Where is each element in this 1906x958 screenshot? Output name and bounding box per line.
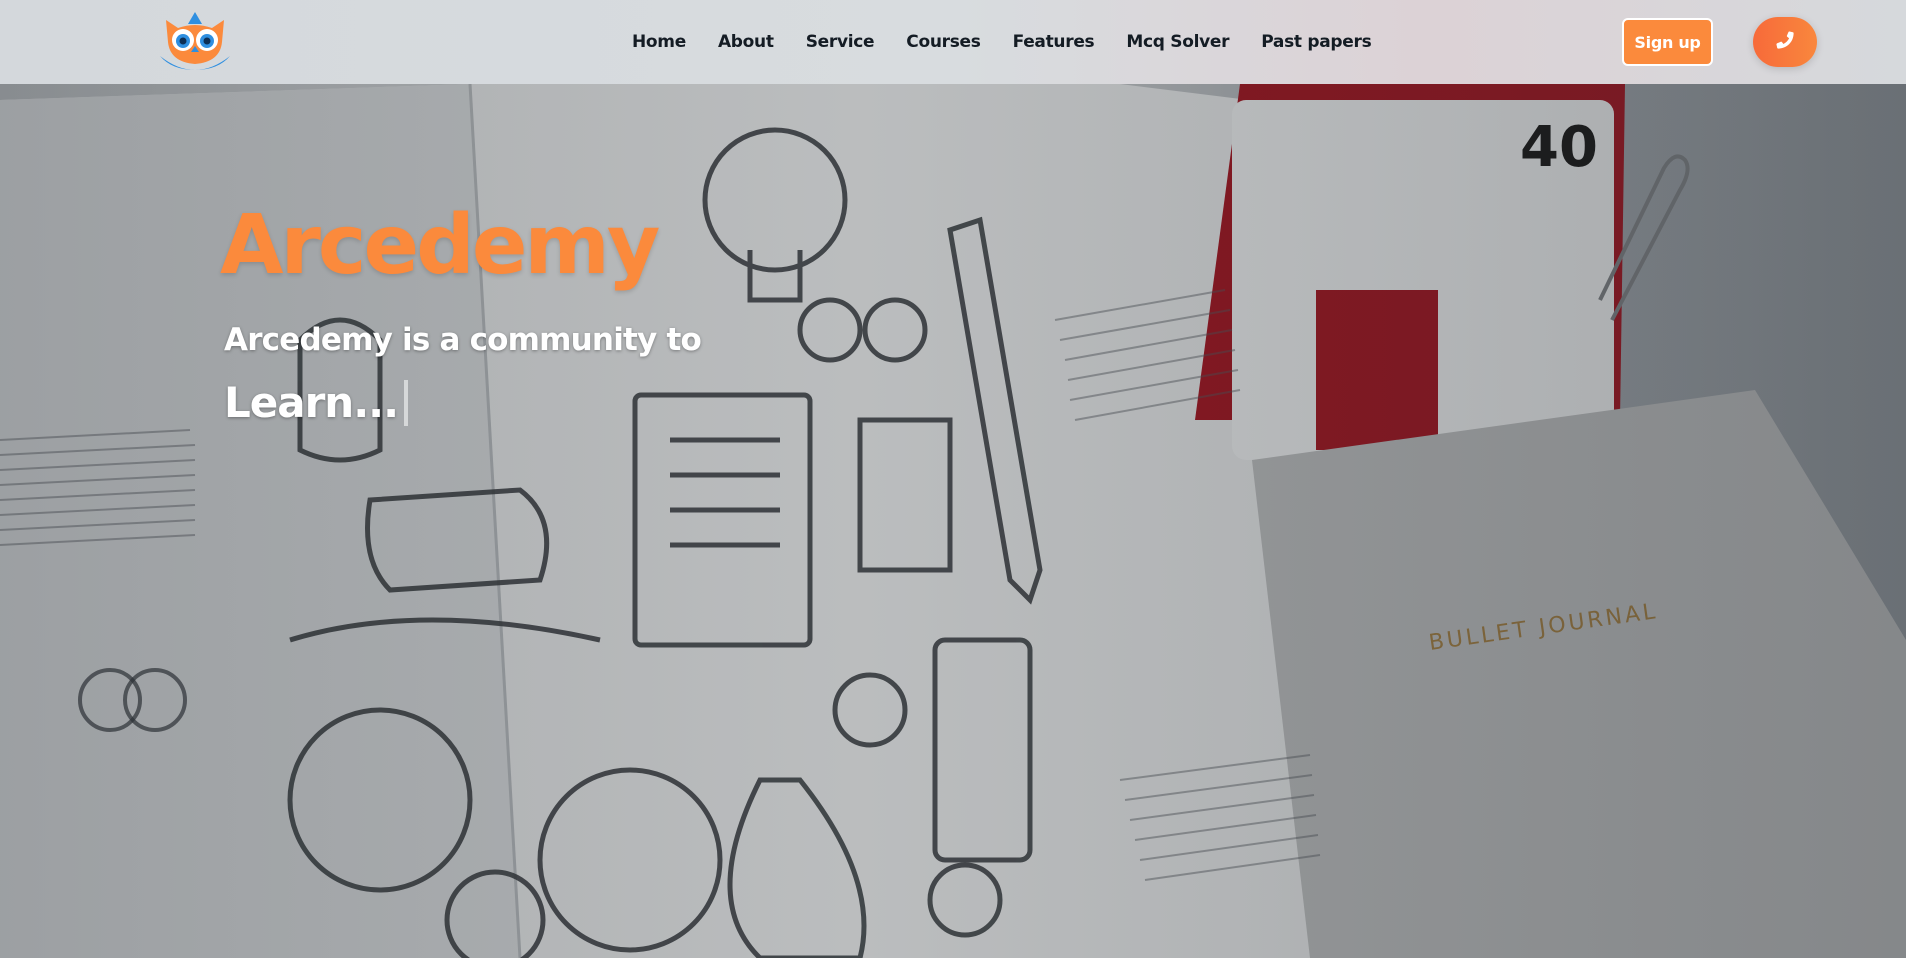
- nav-item-home[interactable]: Home: [616, 32, 702, 52]
- phone-button[interactable]: [1753, 17, 1817, 67]
- hero-typed-line: Learn...: [224, 378, 409, 427]
- nav-item-service[interactable]: Service: [790, 32, 891, 52]
- nav-item-courses[interactable]: Courses: [890, 32, 996, 52]
- hero-subtitle: Arcedemy is a community to: [224, 322, 702, 358]
- main-nav-menu: Home About Service Courses Features Mcq …: [616, 0, 1387, 84]
- hero-title: Arcedemy: [220, 198, 660, 293]
- phone-icon: [1774, 29, 1796, 55]
- signup-button[interactable]: Sign up: [1622, 18, 1713, 66]
- hero-overlay: [0, 0, 1906, 958]
- nav-item-mcq-solver[interactable]: Mcq Solver: [1110, 32, 1245, 52]
- nav-item-about[interactable]: About: [702, 32, 790, 52]
- typed-text: Learn...: [224, 378, 399, 427]
- nav-item-past-papers[interactable]: Past papers: [1245, 32, 1387, 52]
- typing-cursor: [404, 379, 409, 426]
- owl-logo-icon[interactable]: [158, 12, 232, 72]
- top-navbar: Home About Service Courses Features Mcq …: [0, 0, 1906, 84]
- nav-item-features[interactable]: Features: [997, 32, 1111, 52]
